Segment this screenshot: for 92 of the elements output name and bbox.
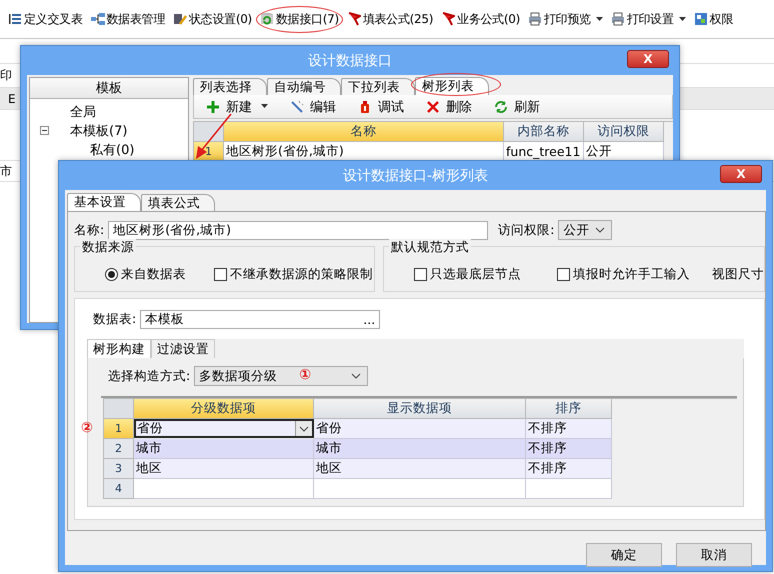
toolbar-button[interactable]: 刷新 xyxy=(494,98,540,116)
delete-icon xyxy=(426,100,440,114)
chevron-icon xyxy=(595,227,606,233)
column-header[interactable]: 分级数据项 xyxy=(134,399,314,419)
group-title: 默认规范方式 xyxy=(389,239,471,256)
table-cell: 地区树形(省份,城市) xyxy=(224,142,504,162)
table-cell: 地区 xyxy=(314,459,526,479)
dialog-button[interactable]: 取消 xyxy=(676,543,752,567)
method-select[interactable]: 多数据项分级 ① xyxy=(194,366,368,386)
refresh-icon xyxy=(494,100,508,114)
name-field[interactable]: 地区树形(省份,城市) xyxy=(108,220,488,240)
close-button[interactable]: X xyxy=(720,165,762,183)
printer-icon xyxy=(610,12,625,26)
status-icon xyxy=(173,12,188,26)
column-header[interactable]: 排序 xyxy=(526,399,612,419)
tab[interactable]: 树形列表 xyxy=(415,77,489,95)
toolbar-button[interactable]: 打印预览 xyxy=(524,6,607,32)
window-title: 设计数据接口-树形列表 xyxy=(342,166,488,184)
toolbar-button[interactable]: 定义交叉表 xyxy=(4,6,87,32)
toolbar-button[interactable]: 权限 xyxy=(690,6,738,32)
toolbar-button[interactable]: 调试 xyxy=(358,98,404,116)
row-number: 4 xyxy=(104,479,134,499)
printer-icon xyxy=(528,12,542,26)
dropdown-editor[interactable]: 省份 xyxy=(134,419,314,438)
table-cell: 城市 xyxy=(134,439,314,459)
tab[interactable]: 自动编号 xyxy=(267,78,341,95)
checkbox-option[interactable]: 不继承数据源的策略限制 xyxy=(214,266,373,283)
tab[interactable]: 基本设置 xyxy=(67,193,141,211)
toolbar-button[interactable]: 编辑 xyxy=(290,98,336,116)
row-number: 1 xyxy=(104,419,134,439)
toolbar-button[interactable]: 数据接口(7) xyxy=(256,6,343,32)
name-label: 名称: xyxy=(74,222,104,238)
table-label: 数据表: xyxy=(93,311,136,328)
close-button[interactable]: X xyxy=(627,50,669,68)
toolbar-button[interactable]: 打印设置 xyxy=(606,6,690,32)
table-cell: 市 xyxy=(0,162,12,180)
toolbar-button[interactable]: 状态设置(0) xyxy=(169,6,256,32)
toolbar-button[interactable]: 业务公式(0) xyxy=(437,6,524,32)
column-header[interactable]: 内部名称 xyxy=(504,122,584,142)
table-field[interactable]: 本模板 ... xyxy=(140,310,380,329)
tab[interactable]: 树形构建 xyxy=(87,339,151,358)
table-cell: func_tree11 xyxy=(504,142,584,162)
chevron-icon xyxy=(351,373,362,379)
table-cell: 不排序 xyxy=(526,459,612,479)
table-cell: 地区 xyxy=(134,459,314,479)
group-title: 数据来源 xyxy=(80,239,136,256)
table-cell: 公开 xyxy=(584,142,664,162)
flag-icon xyxy=(346,12,361,26)
row-number: 2 xyxy=(104,439,134,459)
view-size-label: 视图尺寸 xyxy=(712,266,764,283)
database-icon xyxy=(260,12,274,26)
column-header[interactable]: 显示数据项 xyxy=(314,399,526,419)
list-icon xyxy=(8,12,22,26)
radio-option[interactable]: 来自数据表 xyxy=(105,266,186,283)
panel-header: 模板 xyxy=(30,78,188,99)
flag-icon xyxy=(441,12,456,26)
dialog-button[interactable]: 确定 xyxy=(586,543,662,567)
column-header: E xyxy=(8,92,16,106)
menu-text: 印 xyxy=(0,67,12,84)
toolbar-button[interactable]: 新建 xyxy=(206,98,268,116)
tab[interactable]: 下拉列表 xyxy=(341,78,415,95)
tree-item[interactable]: 本模板(7) xyxy=(70,122,128,140)
collapse-icon[interactable] xyxy=(40,126,49,135)
checkbox-option[interactable]: 只选最底层节点 xyxy=(414,266,521,283)
dropdown-icon[interactable] xyxy=(295,421,312,436)
column-header[interactable]: 访问权限 xyxy=(584,122,664,142)
marker-number: ② xyxy=(81,420,93,436)
method-label: 选择构造方式: xyxy=(108,368,190,384)
toolbar-button[interactable]: 填表公式(25) xyxy=(342,6,438,32)
tables-icon xyxy=(90,12,105,26)
access-select[interactable]: 公开 xyxy=(558,220,612,240)
tab[interactable]: 列表选择 xyxy=(193,78,267,95)
column-header[interactable]: 名称 xyxy=(224,122,504,142)
plus-icon xyxy=(206,100,220,114)
table-cell: 城市 xyxy=(314,439,526,459)
tab[interactable]: 过滤设置 xyxy=(151,339,215,358)
tab[interactable]: 填表公式 xyxy=(141,194,215,211)
toolbar-button[interactable]: 删除 xyxy=(426,98,472,116)
access-label: 访问权限: xyxy=(498,222,554,238)
permission-icon xyxy=(694,12,708,26)
tree-item[interactable]: 私有(0) xyxy=(90,140,134,158)
toolbar-button[interactable]: 数据表管理 xyxy=(86,6,170,32)
table-cell: 不排序 xyxy=(526,439,612,459)
window-title: 设计数据接口 xyxy=(308,52,392,70)
bottle-icon xyxy=(358,100,372,114)
marker-number: ① xyxy=(299,367,312,383)
row-number: 3 xyxy=(104,459,134,479)
checkbox-option[interactable]: 填报时允许手工输入 xyxy=(557,266,690,283)
table-cell: 不排序 xyxy=(526,419,612,439)
wand-icon xyxy=(290,100,304,114)
tree-item[interactable]: 全局 xyxy=(70,102,96,120)
table-cell: 省份 xyxy=(314,419,526,439)
